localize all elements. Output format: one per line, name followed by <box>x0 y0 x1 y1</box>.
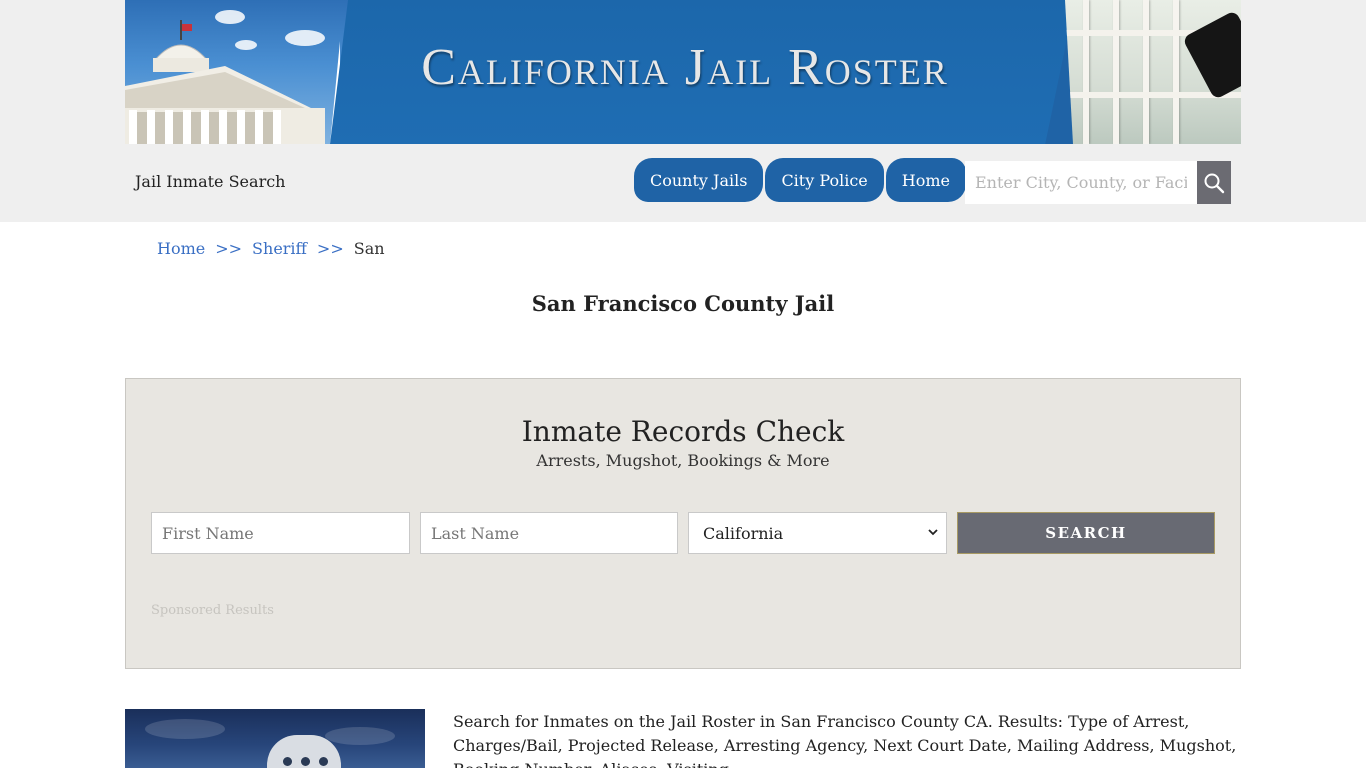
chevron-down-icon <box>928 525 938 539</box>
sponsored-results-label: Sponsored Results <box>151 603 274 618</box>
site-search-input[interactable] <box>965 161 1197 204</box>
nav-city-police[interactable]: City Police <box>765 158 884 202</box>
intro-paragraph: Search for Inmates on the Jail Roster in… <box>453 712 1237 768</box>
magnifier-icon <box>1204 173 1225 193</box>
site-name[interactable]: Jail Inmate Search <box>135 172 285 191</box>
records-search-button[interactable]: SEARCH <box>957 512 1215 554</box>
site-banner[interactable]: California Jail Roster <box>125 0 1241 144</box>
breadcrumb-home[interactable]: Home <box>157 239 205 258</box>
breadcrumb-current: San <box>353 239 385 258</box>
records-subtitle: Arrests, Mugshot, Bookings & More <box>536 451 830 470</box>
first-name-input[interactable] <box>151 512 410 554</box>
page-title: San Francisco County Jail <box>531 291 835 316</box>
breadcrumb-separator: >> <box>215 239 243 258</box>
capitol-building-image <box>125 20 325 144</box>
records-title: Inmate Records Check <box>521 415 845 448</box>
banner-title: California Jail Roster <box>421 39 949 96</box>
jail-door-image <box>1065 0 1241 144</box>
nav-county-jails[interactable]: County Jails <box>634 158 764 202</box>
site-search-button[interactable] <box>1197 161 1231 204</box>
state-select[interactable]: California <box>688 512 947 554</box>
main-nav: County Jails City Police Home <box>634 158 966 202</box>
state-select-value: California <box>703 524 784 543</box>
facility-photo <box>125 709 425 768</box>
breadcrumb-sheriff[interactable]: Sheriff <box>252 239 307 258</box>
last-name-input[interactable] <box>420 512 678 554</box>
breadcrumb-separator: >> <box>316 239 344 258</box>
nav-home[interactable]: Home <box>885 158 966 202</box>
breadcrumb: Home >> Sheriff >> San <box>157 239 385 258</box>
inmate-records-panel: Inmate Records Check Arrests, Mugshot, B… <box>125 378 1241 669</box>
site-search <box>965 161 1231 204</box>
